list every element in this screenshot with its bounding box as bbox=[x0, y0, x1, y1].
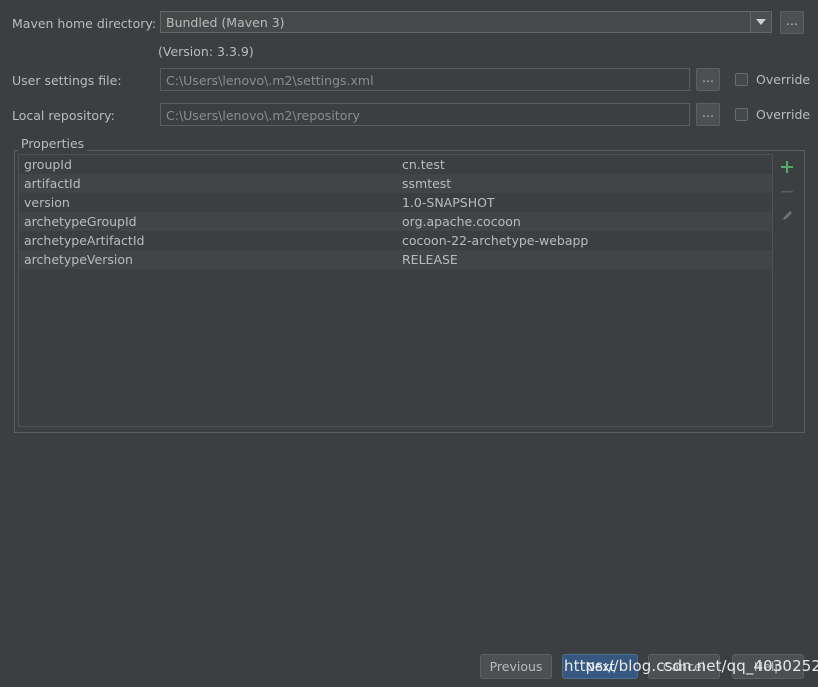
property-value: cocoon-22-archetype-webapp bbox=[402, 233, 589, 248]
table-row[interactable]: archetypeArtifactId cocoon-22-archetype-… bbox=[19, 231, 772, 250]
user-settings-override-label: Override bbox=[756, 72, 811, 87]
watermark-text: https://blog.csdn.net/qq_40302523 bbox=[564, 657, 818, 675]
property-value: 1.0-SNAPSHOT bbox=[402, 195, 495, 210]
property-key: artifactId bbox=[24, 176, 81, 191]
user-settings-override-checkbox[interactable] bbox=[735, 73, 748, 86]
table-row[interactable]: archetypeVersion RELEASE bbox=[19, 250, 772, 269]
local-repo-label: Local repository: bbox=[12, 108, 115, 123]
maven-version-note: (Version: 3.3.9) bbox=[158, 44, 254, 59]
table-row[interactable]: artifactId ssmtest bbox=[19, 174, 772, 193]
property-value: cn.test bbox=[402, 157, 445, 172]
local-repo-browse-button[interactable]: ... bbox=[696, 103, 720, 126]
edit-property-button[interactable] bbox=[773, 205, 801, 227]
property-value: org.apache.cocoon bbox=[402, 214, 521, 229]
table-row[interactable]: version 1.0-SNAPSHOT bbox=[19, 193, 772, 212]
previous-button[interactable]: Previous bbox=[480, 654, 552, 679]
properties-table[interactable]: groupId cn.test artifactId ssmtest versi… bbox=[18, 154, 773, 427]
property-key: archetypeArtifactId bbox=[24, 233, 145, 248]
maven-home-value: Bundled (Maven 3) bbox=[166, 15, 285, 30]
maven-home-combobox[interactable]: Bundled (Maven 3) bbox=[160, 11, 772, 33]
chevron-down-icon bbox=[756, 19, 766, 25]
property-key: version bbox=[24, 195, 70, 210]
local-repo-override-label: Override bbox=[756, 107, 811, 122]
maven-home-browse-button[interactable]: ... bbox=[780, 11, 804, 34]
minus-icon bbox=[781, 191, 793, 193]
property-key: archetypeVersion bbox=[24, 252, 133, 267]
user-settings-label: User settings file: bbox=[12, 73, 122, 88]
property-key: groupId bbox=[24, 157, 72, 172]
user-settings-field[interactable]: C:\Users\lenovo\.m2\settings.xml bbox=[160, 68, 690, 91]
table-row[interactable]: archetypeGroupId org.apache.cocoon bbox=[19, 212, 772, 231]
user-settings-value: C:\Users\lenovo\.m2\settings.xml bbox=[166, 73, 374, 88]
property-value: ssmtest bbox=[402, 176, 452, 191]
user-settings-browse-button[interactable]: ... bbox=[696, 68, 720, 91]
local-repo-field[interactable]: C:\Users\lenovo\.m2\repository bbox=[160, 103, 690, 126]
property-key: archetypeGroupId bbox=[24, 214, 137, 229]
table-row[interactable]: groupId cn.test bbox=[19, 155, 772, 174]
property-value: RELEASE bbox=[402, 252, 458, 267]
properties-toolbar bbox=[773, 154, 801, 427]
properties-title: Properties bbox=[18, 136, 88, 151]
local-repo-value: C:\Users\lenovo\.m2\repository bbox=[166, 108, 360, 123]
local-repo-override-checkbox[interactable] bbox=[735, 108, 748, 121]
maven-home-label: Maven home directory: bbox=[12, 16, 157, 31]
plus-icon bbox=[781, 161, 793, 173]
remove-property-button[interactable] bbox=[773, 181, 801, 203]
pencil-icon bbox=[783, 211, 792, 220]
maven-home-dropdown-button[interactable] bbox=[750, 12, 771, 32]
add-property-button[interactable] bbox=[773, 156, 801, 178]
